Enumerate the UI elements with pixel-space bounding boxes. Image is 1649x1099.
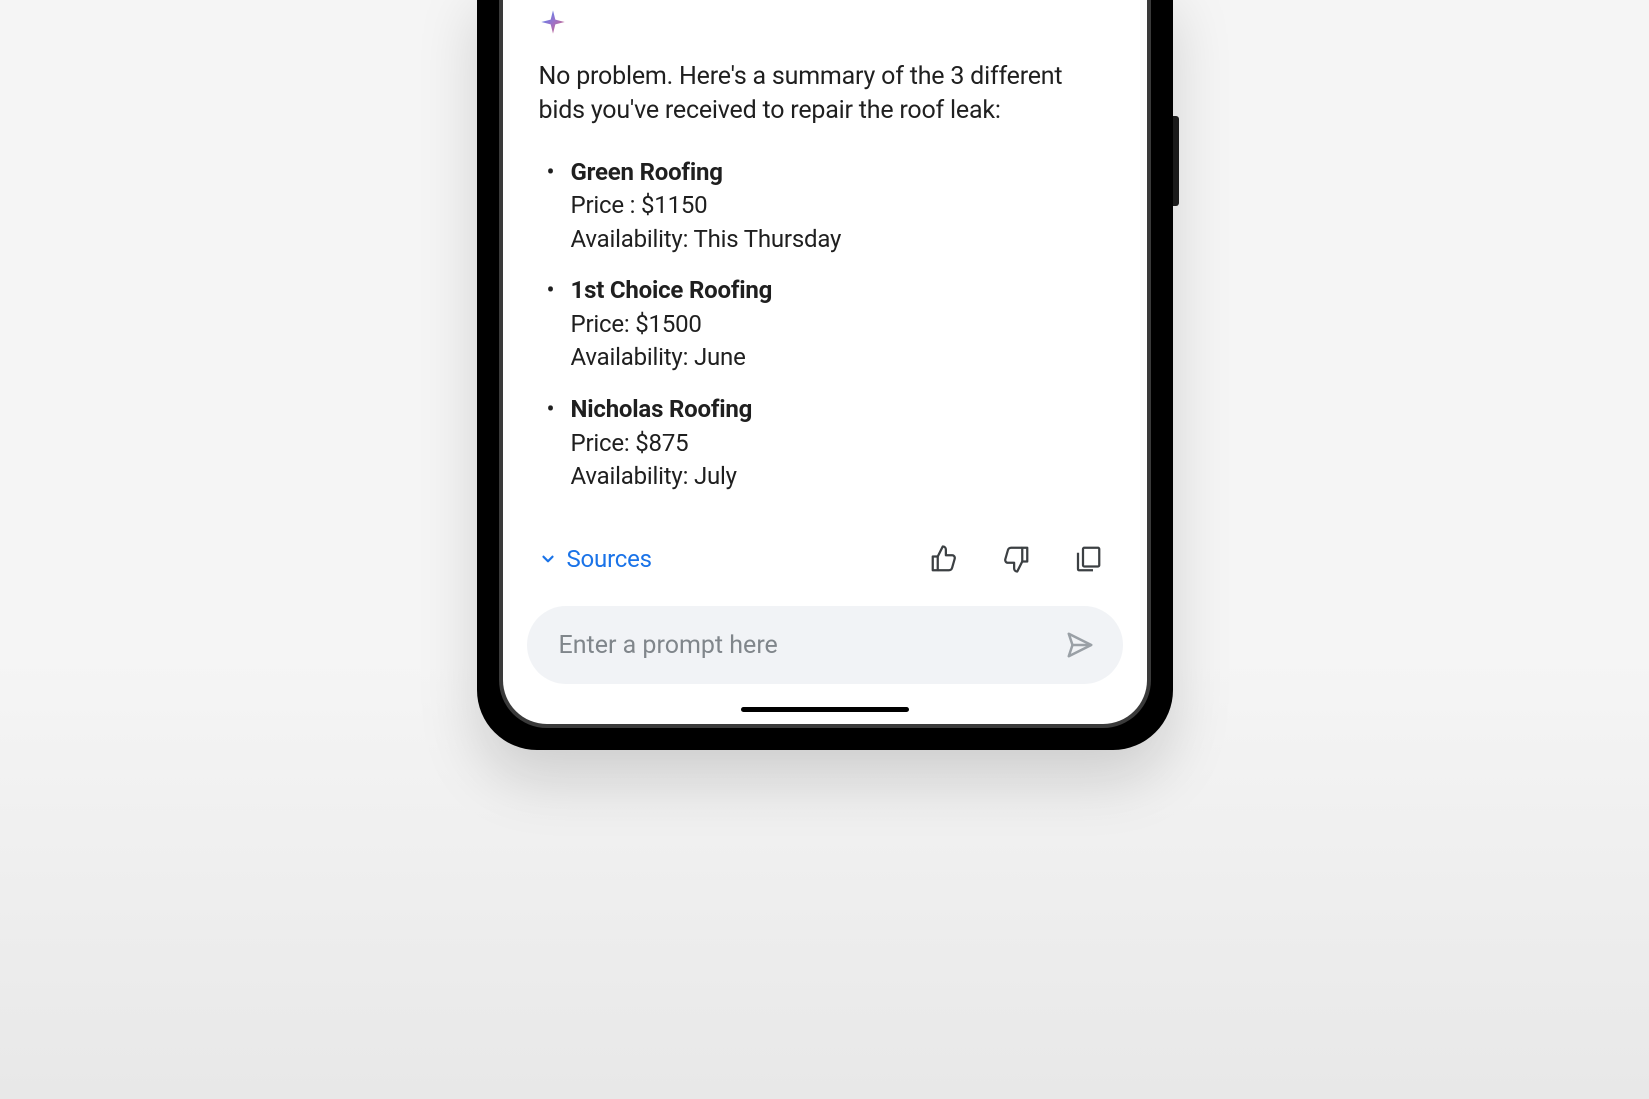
copy-icon[interactable]: [1073, 544, 1103, 574]
bid-name: 1st Choice Roofing: [571, 274, 1111, 308]
bid-availability: Availability: July: [571, 460, 1111, 494]
action-icons: [929, 544, 1103, 574]
response-area: No problem. Here's a summary of the 3 di…: [503, 0, 1147, 524]
chevron-down-icon: [539, 550, 557, 568]
phone-inner: No problem. Here's a summary of the 3 di…: [499, 0, 1151, 728]
bid-name: Nicholas Roofing: [571, 393, 1111, 427]
sources-label: Sources: [567, 545, 652, 573]
bid-name: Green Roofing: [571, 156, 1111, 190]
thumbs-up-icon[interactable]: [929, 544, 959, 574]
bids-list: Green Roofing Price : $1150 Availability…: [539, 156, 1111, 494]
prompt-input[interactable]: [559, 631, 1065, 660]
phone-side-button: [1173, 116, 1179, 206]
bid-availability: Availability: June: [571, 341, 1111, 375]
phone-frame: No problem. Here's a summary of the 3 di…: [477, 0, 1173, 750]
sources-toggle[interactable]: Sources: [539, 545, 652, 573]
response-footer: Sources: [503, 544, 1147, 574]
bid-item: 1st Choice Roofing Price: $1500 Availabi…: [539, 274, 1111, 375]
bid-item: Nicholas Roofing Price: $875 Availabilit…: [539, 393, 1111, 494]
bid-price: Price: $875: [571, 427, 1111, 461]
phone-screen: No problem. Here's a summary of the 3 di…: [503, 0, 1147, 724]
prompt-input-bar[interactable]: [527, 606, 1123, 684]
bid-availability: Availability: This Thursday: [571, 223, 1111, 257]
thumbs-down-icon[interactable]: [1001, 544, 1031, 574]
home-indicator[interactable]: [741, 707, 909, 712]
bid-price: Price : $1150: [571, 189, 1111, 223]
send-icon[interactable]: [1065, 630, 1095, 660]
bid-item: Green Roofing Price : $1150 Availability…: [539, 156, 1111, 257]
sparkle-icon: [539, 8, 567, 36]
bid-price: Price: $1500: [571, 308, 1111, 342]
response-intro: No problem. Here's a summary of the 3 di…: [539, 60, 1111, 128]
